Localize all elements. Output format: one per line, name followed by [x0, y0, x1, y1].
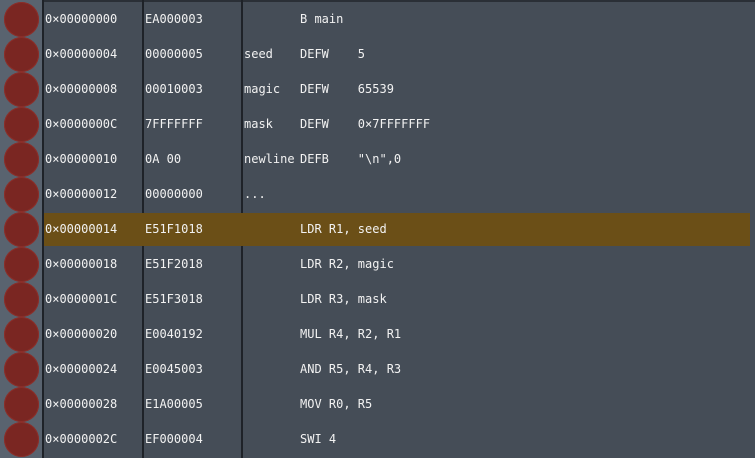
- instruction-list: 0×00000000 EA000003 B main 0×00000004 000000…: [0, 2, 755, 457]
- address-cell: 0×00000024: [45, 362, 118, 376]
- instruction-cell: MOV R0, R5: [300, 397, 373, 411]
- machine-code-cell: E0045003: [145, 362, 203, 376]
- address-cell: 0×0000000C: [45, 117, 118, 131]
- breakpoint-icon[interactable]: [4, 387, 39, 422]
- instruction-row[interactable]: 0×0000001C E51F3018 LDR R3, mask: [0, 282, 755, 317]
- breakpoint-icon[interactable]: [4, 317, 39, 352]
- address-cell: 0×0000002C: [45, 432, 118, 446]
- instruction-cell: LDR R2, magic: [300, 257, 394, 271]
- address-cell: 0×00000008: [45, 82, 118, 96]
- instruction-cell: SWI 4: [300, 432, 337, 446]
- instruction-cell: MUL R4, R2, R1: [300, 327, 402, 341]
- address-cell: 0×00000012: [45, 187, 118, 201]
- machine-code-cell: 00000000: [145, 187, 203, 201]
- breakpoint-icon[interactable]: [4, 352, 39, 387]
- machine-code-cell: E0040192: [145, 327, 203, 341]
- instruction-cell: AND R5, R4, R3: [300, 362, 402, 376]
- instruction-row[interactable]: 0×00000012 00000000...: [0, 177, 755, 212]
- breakpoint-icon[interactable]: [4, 37, 39, 72]
- instruction-row[interactable]: 0×00000000 EA000003 B main: [0, 2, 755, 37]
- instruction-row[interactable]: 0×00000018 E51F2018 LDR R2, magic: [0, 247, 755, 282]
- breakpoint-icon[interactable]: [4, 212, 39, 247]
- instruction-row[interactable]: 0×00000024 E0045003 AND R5, R4, R3: [0, 352, 755, 387]
- instruction-row[interactable]: 0×00000028 E1A00005 MOV R0, R5: [0, 387, 755, 422]
- instruction-row[interactable]: 0×00000008 00010003 magic DEFW 65539: [0, 72, 755, 107]
- breakpoint-icon[interactable]: [4, 2, 39, 37]
- machine-code-cell: EF000004: [145, 432, 203, 446]
- machine-code-cell: E51F1018: [145, 222, 203, 236]
- address-cell: 0×00000004: [45, 47, 118, 61]
- instruction-cell: LDR R1, seed: [300, 222, 387, 236]
- instruction-row[interactable]: 0×00000004 00000005 seed DEFW 5: [0, 37, 755, 72]
- address-cell: 0×00000018: [45, 257, 118, 271]
- breakpoint-icon[interactable]: [4, 422, 39, 457]
- machine-code-cell: EA000003: [145, 12, 203, 26]
- disassembly-view: 0×00000000 EA000003 B main 0×00000004 000000…: [0, 0, 755, 458]
- machine-code-cell: 7FFFFFFF: [145, 117, 203, 131]
- instruction-cell: DEFB "\n",0: [300, 152, 402, 166]
- label-cell: magic: [244, 82, 281, 96]
- instruction-cell: DEFW 65539: [300, 82, 394, 96]
- address-cell: 0×00000010: [45, 152, 118, 166]
- label-cell: mask: [244, 117, 273, 131]
- instruction-cell: DEFW 5: [300, 47, 366, 61]
- instruction-row-current[interactable]: 0×00000014 E51F1018 LDR R1, seed: [0, 212, 755, 247]
- breakpoint-icon[interactable]: [4, 107, 39, 142]
- machine-code-cell: E51F2018: [145, 257, 203, 271]
- address-cell: 0×0000001C: [45, 292, 118, 306]
- breakpoint-icon[interactable]: [4, 282, 39, 317]
- machine-code-cell: 00010003: [145, 82, 203, 96]
- label-cell: newline: [244, 152, 295, 166]
- breakpoint-icon[interactable]: [4, 177, 39, 212]
- instruction-cell: LDR R3, mask: [300, 292, 387, 306]
- breakpoint-icon[interactable]: [4, 142, 39, 177]
- label-cell: seed: [244, 47, 273, 61]
- machine-code-cell: E51F3018: [145, 292, 203, 306]
- instruction-row[interactable]: 0×00000010 0A 00 newline DEFB "\n",0: [0, 142, 755, 177]
- address-cell: 0×00000028: [45, 397, 118, 411]
- instruction-row[interactable]: 0×0000002C EF000004 SWI 4: [0, 422, 755, 457]
- breakpoint-icon[interactable]: [4, 72, 39, 107]
- address-cell: 0×00000020: [45, 327, 118, 341]
- instruction-cell: B main: [300, 12, 344, 26]
- machine-code-cell: 0A 00: [145, 152, 182, 166]
- address-cell: 0×00000014: [45, 222, 118, 236]
- label-cell: ...: [244, 187, 266, 201]
- machine-code-cell: E1A00005: [145, 397, 203, 411]
- breakpoint-icon[interactable]: [4, 247, 39, 282]
- machine-code-cell: 00000005: [145, 47, 203, 61]
- instruction-row[interactable]: 0×00000020 E0040192 MUL R4, R2, R1: [0, 317, 755, 352]
- instruction-row[interactable]: 0×0000000C 7FFFFFFF mask DEFW 0×7FFFFFFF: [0, 107, 755, 142]
- address-cell: 0×00000000: [45, 12, 118, 26]
- instruction-cell: DEFW 0×7FFFFFFF: [300, 117, 431, 131]
